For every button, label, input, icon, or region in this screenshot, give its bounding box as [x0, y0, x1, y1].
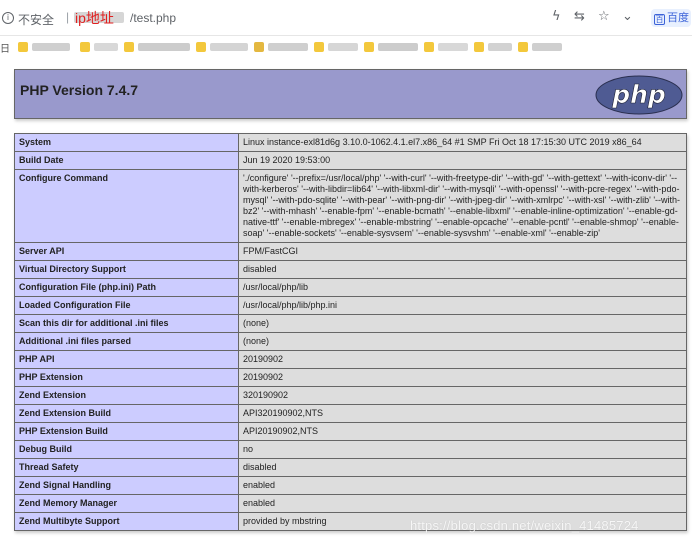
phpinfo-page: PHP Version 7.4.7 php System Linux instan… [0, 58, 692, 545]
row-key: Zend Signal Handling [14, 476, 239, 495]
bookmark-item[interactable] [328, 43, 358, 51]
table-row: PHP API 20190902 [14, 350, 687, 369]
table-row: Virtual Directory Support disabled [14, 260, 687, 279]
info-icon[interactable]: i [2, 12, 14, 24]
bookmark-item[interactable] [378, 43, 418, 51]
row-key: System [14, 133, 239, 152]
row-key: PHP Extension Build [14, 422, 239, 441]
address-separator: | [66, 10, 70, 24]
phpinfo-header: PHP Version 7.4.7 php [14, 69, 687, 119]
row-key: Thread Safety [14, 458, 239, 477]
bookmark-item[interactable] [268, 43, 308, 51]
table-row: Configure Command './configure' '--prefix… [14, 169, 687, 243]
row-key: Scan this dir for additional .ini files [14, 314, 239, 333]
php-logo-text: php [611, 80, 666, 109]
bookmark-favicon[interactable] [474, 42, 484, 52]
bookmark-item[interactable] [138, 43, 190, 51]
table-row: PHP Extension Build API20190902,NTS [14, 422, 687, 441]
row-value: FPM/FastCGI [238, 242, 687, 261]
bookmark-favicon[interactable] [314, 42, 324, 52]
security-status-label[interactable]: 不安全 [18, 11, 54, 28]
table-row: Build Date Jun 19 2020 19:53:00 [14, 151, 687, 170]
row-key: Debug Build [14, 440, 239, 459]
bookmarks-bar-label: 日 [0, 44, 10, 55]
bookmark-item[interactable] [32, 43, 70, 51]
translate-icon[interactable]: ⇆ [574, 9, 585, 24]
row-value: disabled [238, 458, 687, 477]
row-key: Zend Memory Manager [14, 494, 239, 513]
bookmark-favicon[interactable] [254, 42, 264, 52]
bookmark-favicon[interactable] [196, 42, 206, 52]
row-value: API320190902,NTS [238, 404, 687, 423]
row-value: (none) [238, 314, 687, 333]
row-value: './configure' '--prefix=/usr/local/php' … [238, 169, 687, 243]
row-value: enabled [238, 494, 687, 513]
table-row: PHP Extension 20190902 [14, 368, 687, 387]
table-row: Zend Extension Build API320190902,NTS [14, 404, 687, 423]
row-value: Jun 19 2020 19:53:00 [238, 151, 687, 170]
row-value: (none) [238, 332, 687, 351]
row-key: Zend Extension Build [14, 404, 239, 423]
row-value: API20190902,NTS [238, 422, 687, 441]
row-value: no [238, 440, 687, 459]
chevron-down-icon[interactable]: ⌄ [622, 9, 633, 24]
bookmark-item[interactable] [488, 43, 512, 51]
row-key: Build Date [14, 151, 239, 170]
bookmark-favicon[interactable] [124, 42, 134, 52]
search-engine-button[interactable]: 百百度 [651, 9, 691, 27]
phpinfo-table: System Linux instance-exl81d6g 3.10.0-106… [14, 133, 687, 531]
table-row: Scan this dir for additional .ini files(… [14, 314, 687, 333]
host-annotation: ip地址 [75, 10, 114, 26]
baidu-icon: 百 [654, 14, 665, 25]
row-key: Loaded Configuration File [14, 296, 239, 315]
row-value: 20190902 [238, 350, 687, 369]
row-value: Linux instance-exl81d6g 3.10.0-1062.4.1.… [238, 133, 687, 152]
table-row: Zend Extension 320190902 [14, 386, 687, 405]
bookmark-favicon[interactable] [364, 42, 374, 52]
bookmark-favicon[interactable] [424, 42, 434, 52]
row-key: Additional .ini files parsed [14, 332, 239, 351]
table-row: Additional .ini files parsed (none) [14, 332, 687, 351]
watermark: https://blog.csdn.net/weixin_41485724 [410, 518, 639, 533]
table-row: Zend Memory Manager enabled [14, 494, 687, 513]
row-value: disabled [238, 260, 687, 279]
table-row: Configuration File (php.ini) Path/usr/lo… [14, 278, 687, 297]
bookmark-favicon[interactable] [18, 42, 28, 52]
row-key: PHP Extension [14, 368, 239, 387]
row-key: Zend Multibyte Support [14, 512, 239, 531]
phpinfo-table-body: System Linux instance-exl81d6g 3.10.0-106… [14, 133, 687, 531]
row-key: PHP API [14, 350, 239, 369]
row-value: /usr/local/php/lib/php.ini [238, 296, 687, 315]
bookmark-favicon[interactable] [518, 42, 528, 52]
bookmark-item[interactable] [438, 43, 468, 51]
address-bar[interactable]: i 不安全 | ip地址 /test.php ϟ ⇆ ☆ ⌄ 百百度 [0, 0, 692, 36]
bookmark-favicon[interactable] [80, 42, 90, 52]
table-row: Server API FPM/FastCGI [14, 242, 687, 261]
row-value: 20190902 [238, 368, 687, 387]
table-row: Zend Signal Handling enabled [14, 476, 687, 495]
row-value: enabled [238, 476, 687, 495]
page-title: PHP Version 7.4.7 [20, 82, 139, 98]
table-row: System Linux instance-exl81d6g 3.10.0-106… [14, 133, 687, 152]
star-icon[interactable]: ☆ [598, 9, 610, 24]
row-key: Configuration File (php.ini) Path [14, 278, 239, 297]
row-key: Configure Command [14, 169, 239, 243]
bookmarks-bar: 日 [0, 36, 692, 58]
bookmark-item[interactable] [210, 43, 248, 51]
row-value: 320190902 [238, 386, 687, 405]
row-key: Server API [14, 242, 239, 261]
row-key: Virtual Directory Support [14, 260, 239, 279]
table-row: Loaded Configuration File/usr/local/php/… [14, 296, 687, 315]
table-row: Debug Build no [14, 440, 687, 459]
row-key: Zend Extension [14, 386, 239, 405]
php-logo[interactable]: php [595, 75, 683, 115]
bookmark-item[interactable] [532, 43, 562, 51]
lightning-icon[interactable]: ϟ [552, 9, 561, 24]
url-path[interactable]: /test.php [130, 11, 176, 25]
row-value: /usr/local/php/lib [238, 278, 687, 297]
search-engine-label: 百度 [667, 12, 689, 24]
table-row: Thread Safety disabled [14, 458, 687, 477]
bookmark-item[interactable] [94, 43, 118, 51]
